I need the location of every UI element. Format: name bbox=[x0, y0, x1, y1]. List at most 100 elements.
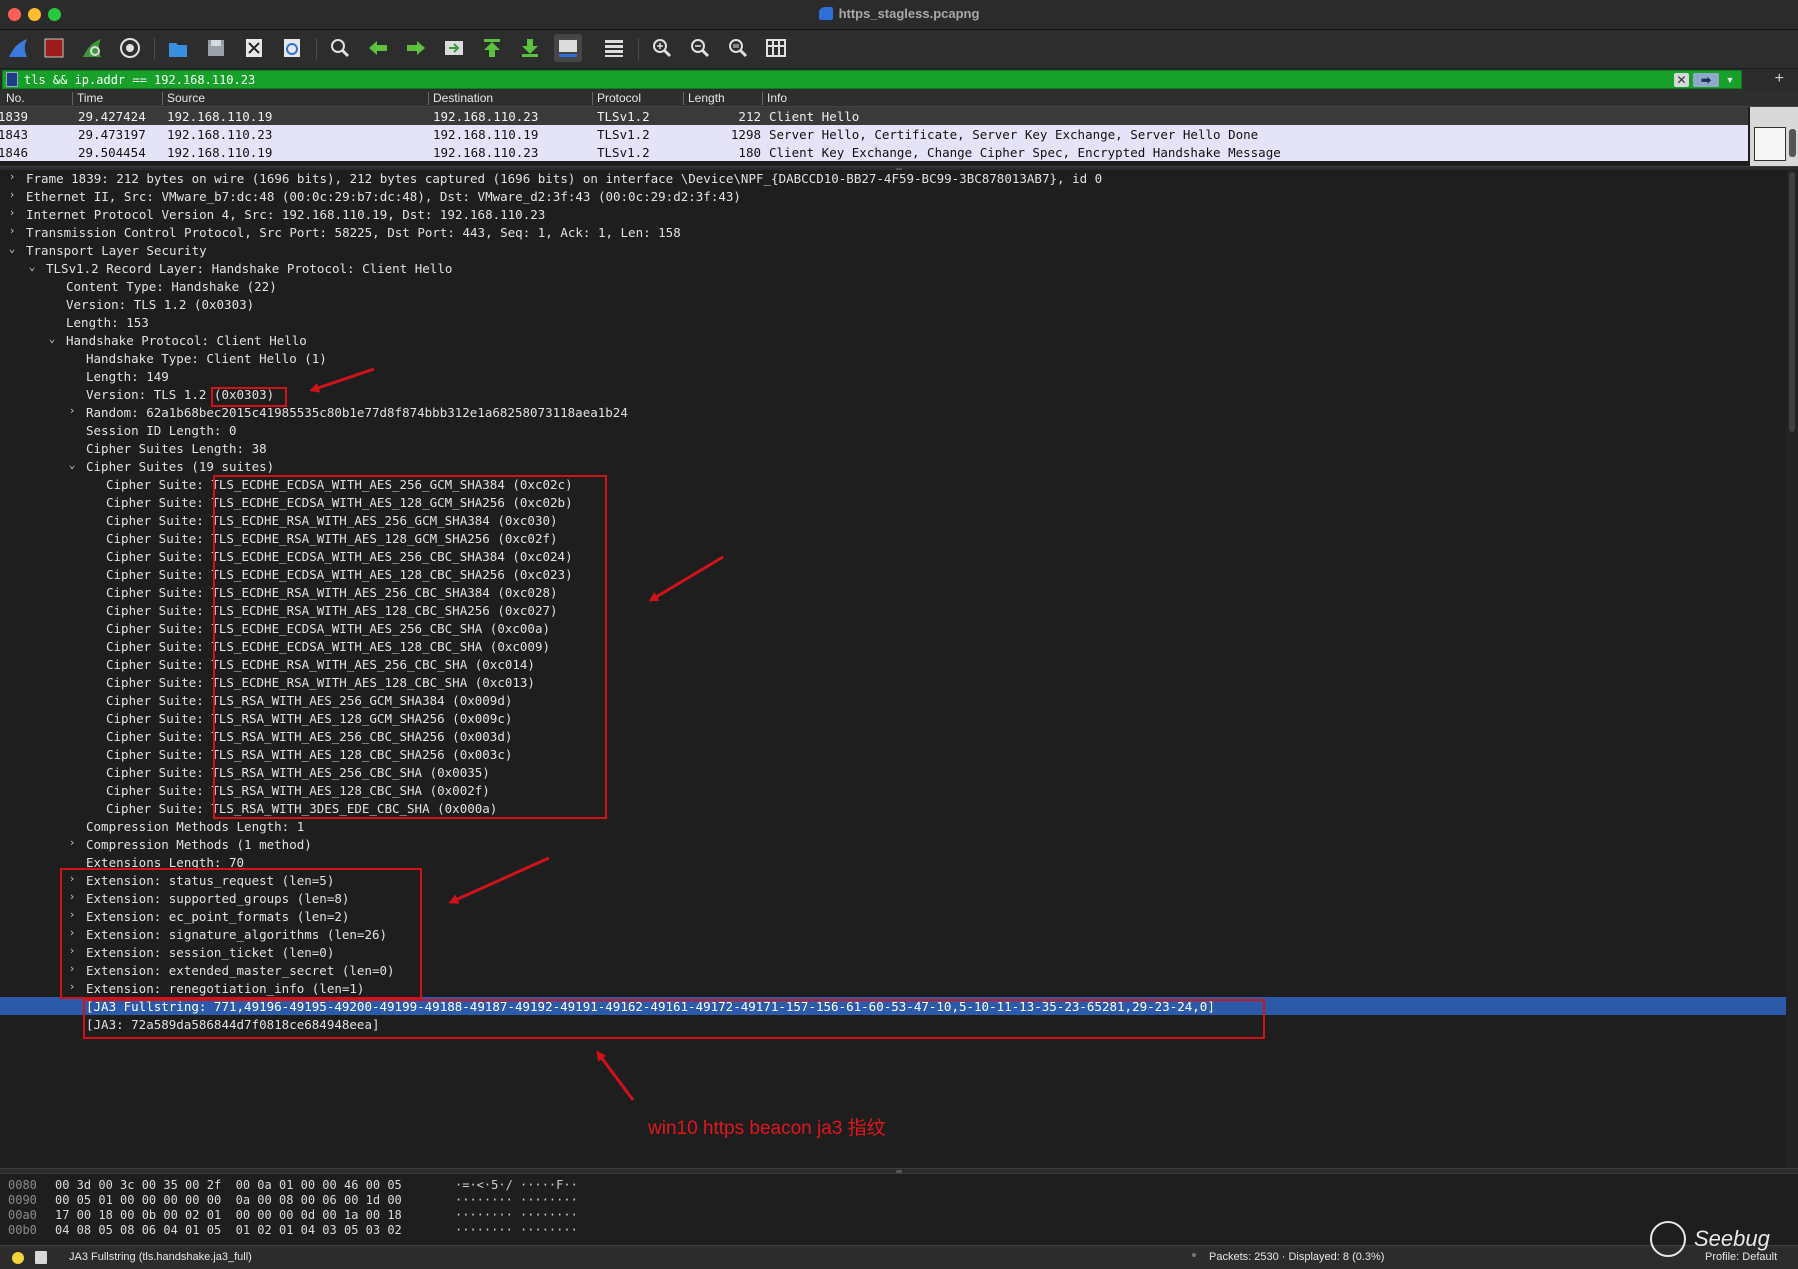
title-bar: https_stagless.pcapng bbox=[0, 0, 1798, 30]
chevron-right-icon[interactable]: › bbox=[6, 188, 18, 201]
packet-info-cell: Client Hello bbox=[769, 109, 860, 124]
tree-item[interactable]: ⌄ Cipher Suites (19 suites) bbox=[0, 457, 1798, 475]
column-header-time[interactable]: Time bbox=[77, 91, 103, 105]
chevron-right-icon[interactable]: › bbox=[6, 170, 18, 183]
chevron-right-icon[interactable]: › bbox=[66, 836, 78, 849]
tree-item[interactable]: Content Type: Handshake (22) bbox=[0, 277, 1798, 295]
bytes-ascii: ········ ········ bbox=[455, 1208, 578, 1222]
column-header-no[interactable]: No. bbox=[6, 91, 25, 105]
zoom-out-icon[interactable] bbox=[686, 34, 714, 62]
annotation-box-ja3 bbox=[83, 999, 1265, 1039]
tree-item-label: Transmission Control Protocol, Src Port:… bbox=[26, 225, 681, 240]
add-filter-button[interactable]: + bbox=[1775, 70, 1784, 88]
go-back-icon[interactable] bbox=[364, 34, 392, 62]
status-bar: JA3 Fullstring (tls.handshake.ja3_full) … bbox=[0, 1245, 1798, 1269]
packet-list-scrollbar[interactable] bbox=[1750, 107, 1798, 166]
packet-row[interactable]: 1846 29.504454 192.168.110.19 192.168.110.2… bbox=[0, 143, 1748, 161]
expert-info-icon[interactable] bbox=[12, 1252, 24, 1264]
tree-item[interactable]: Session ID Length: 0 bbox=[0, 421, 1798, 439]
column-header-protocol[interactable]: Protocol bbox=[597, 91, 641, 105]
tree-item[interactable]: › Internet Protocol Version 4, Src: 192.1… bbox=[0, 205, 1798, 223]
details-scroll-thumb[interactable] bbox=[1789, 172, 1795, 432]
packet-row[interactable]: 1839 29.427424 192.168.110.19 192.168.110.2… bbox=[0, 107, 1748, 125]
display-filter-input[interactable]: tls && ip.addr == 192.168.110.23 ✕ ➡ ▼ bbox=[2, 70, 1742, 89]
packet-destination-cell: 192.168.110.23 bbox=[433, 109, 539, 124]
go-to-packet-icon[interactable] bbox=[440, 34, 468, 62]
bytes-hex: 17 00 18 00 0b 00 02 01 00 00 00 0d 00 1… bbox=[55, 1208, 402, 1222]
packet-length-cell: 1298 bbox=[730, 127, 761, 142]
tree-item[interactable]: › Ethernet II, Src: VMware_b7:dc:48 (00:0… bbox=[0, 187, 1798, 205]
packet-length-cell: 180 bbox=[738, 145, 761, 160]
tree-item[interactable]: › Frame 1839: 212 bytes on wire (1696 bit… bbox=[0, 169, 1798, 187]
annotation-box-cipher-suites bbox=[213, 475, 607, 819]
packet-protocol-cell: TLSv1.2 bbox=[597, 109, 650, 124]
tree-item[interactable]: Cipher Suites Length: 38 bbox=[0, 439, 1798, 457]
packet-list-scroll-thumb[interactable] bbox=[1789, 129, 1796, 157]
tree-item-label: Session ID Length: 0 bbox=[86, 423, 237, 438]
clear-filter-icon[interactable]: ✕ bbox=[1674, 73, 1689, 87]
restart-capture-icon[interactable] bbox=[78, 34, 106, 62]
chevron-right-icon[interactable]: › bbox=[66, 404, 78, 417]
bytes-ascii: ········ ········ bbox=[455, 1223, 578, 1237]
zoom-in-icon[interactable] bbox=[648, 34, 676, 62]
colorize-icon[interactable] bbox=[600, 34, 628, 62]
annotation-box-extensions bbox=[60, 868, 422, 999]
tree-item[interactable]: Compression Methods Length: 1 bbox=[0, 817, 1798, 835]
packet-protocol-cell: TLSv1.2 bbox=[597, 145, 650, 160]
open-file-icon[interactable] bbox=[164, 34, 192, 62]
packet-protocol-cell: TLSv1.2 bbox=[597, 127, 650, 142]
tree-item[interactable]: › Compression Methods (1 method) bbox=[0, 835, 1798, 853]
tree-item[interactable]: Length: 153 bbox=[0, 313, 1798, 331]
resize-columns-icon[interactable] bbox=[762, 34, 790, 62]
filter-bookmark-icon[interactable] bbox=[6, 72, 18, 87]
packet-row[interactable]: 1843 29.473197 192.168.110.23 192.168.110.1… bbox=[0, 125, 1748, 143]
column-header-source[interactable]: Source bbox=[167, 91, 205, 105]
capture-comment-icon[interactable] bbox=[35, 1251, 47, 1264]
chevron-down-icon[interactable]: ⌄ bbox=[6, 242, 18, 255]
column-header-length[interactable]: Length bbox=[688, 91, 725, 105]
tree-item[interactable]: › Transmission Control Protocol, Src Port… bbox=[0, 223, 1798, 241]
bytes-hex: 00 05 01 00 00 00 00 00 0a 00 08 00 06 0… bbox=[55, 1193, 402, 1207]
apply-filter-icon[interactable]: ➡ bbox=[1693, 73, 1719, 87]
capture-options-icon[interactable] bbox=[116, 34, 144, 62]
bytes-offset: 00a0 bbox=[8, 1208, 37, 1222]
packet-count-status: Packets: 2530 · Displayed: 8 (0.3%) bbox=[1209, 1251, 1385, 1263]
tree-item[interactable]: ⌄ Transport Layer Security bbox=[0, 241, 1798, 259]
chevron-right-icon[interactable]: › bbox=[6, 206, 18, 219]
shark-fin-icon[interactable] bbox=[4, 34, 32, 62]
stop-capture-icon[interactable] bbox=[40, 34, 68, 62]
column-header-info[interactable]: Info bbox=[767, 91, 787, 105]
chevron-down-icon[interactable]: ⌄ bbox=[66, 458, 78, 471]
tree-item[interactable]: ⌄ TLSv1.2 Record Layer: Handshake Protoco… bbox=[0, 259, 1798, 277]
chevron-right-icon[interactable]: › bbox=[6, 224, 18, 237]
tree-item[interactable]: Handshake Type: Client Hello (1) bbox=[0, 349, 1798, 367]
normal-size-icon[interactable] bbox=[724, 34, 752, 62]
autoscroll-icon[interactable] bbox=[554, 34, 582, 62]
tree-item[interactable]: ⌄ Handshake Protocol: Client Hello bbox=[0, 331, 1798, 349]
packet-no-cell: 1843 bbox=[0, 127, 28, 142]
find-packet-icon[interactable] bbox=[326, 34, 354, 62]
annotation-box-version bbox=[211, 387, 287, 407]
chevron-down-icon[interactable]: ⌄ bbox=[26, 260, 38, 273]
packet-minimap[interactable] bbox=[1754, 127, 1786, 161]
bytes-ascii: ·=·<·5·/ ·····F·· bbox=[455, 1178, 578, 1192]
bytes-offset: 0080 bbox=[8, 1178, 37, 1192]
details-scrollbar[interactable] bbox=[1786, 170, 1798, 1170]
packet-destination-cell: 192.168.110.19 bbox=[433, 127, 539, 142]
first-packet-icon[interactable] bbox=[478, 34, 506, 62]
last-packet-icon[interactable] bbox=[516, 34, 544, 62]
column-header-destination[interactable]: Destination bbox=[433, 91, 493, 105]
go-forward-icon[interactable] bbox=[402, 34, 430, 62]
filter-history-chevron-down-icon[interactable]: ▼ bbox=[1723, 73, 1737, 87]
watermark-text: Seebug bbox=[1694, 1226, 1770, 1251]
tree-item-label: Length: 153 bbox=[66, 315, 149, 330]
tree-item-label: Length: 149 bbox=[86, 369, 169, 384]
reload-file-icon[interactable] bbox=[278, 34, 306, 62]
chevron-down-icon[interactable]: ⌄ bbox=[46, 332, 58, 345]
bytes-offset: 0090 bbox=[8, 1193, 37, 1207]
packet-time-cell: 29.504454 bbox=[78, 145, 146, 160]
close-file-icon[interactable] bbox=[240, 34, 268, 62]
save-file-icon[interactable] bbox=[202, 34, 230, 62]
tree-item[interactable]: Version: TLS 1.2 (0x0303) bbox=[0, 295, 1798, 313]
tree-item[interactable]: Length: 149 bbox=[0, 367, 1798, 385]
